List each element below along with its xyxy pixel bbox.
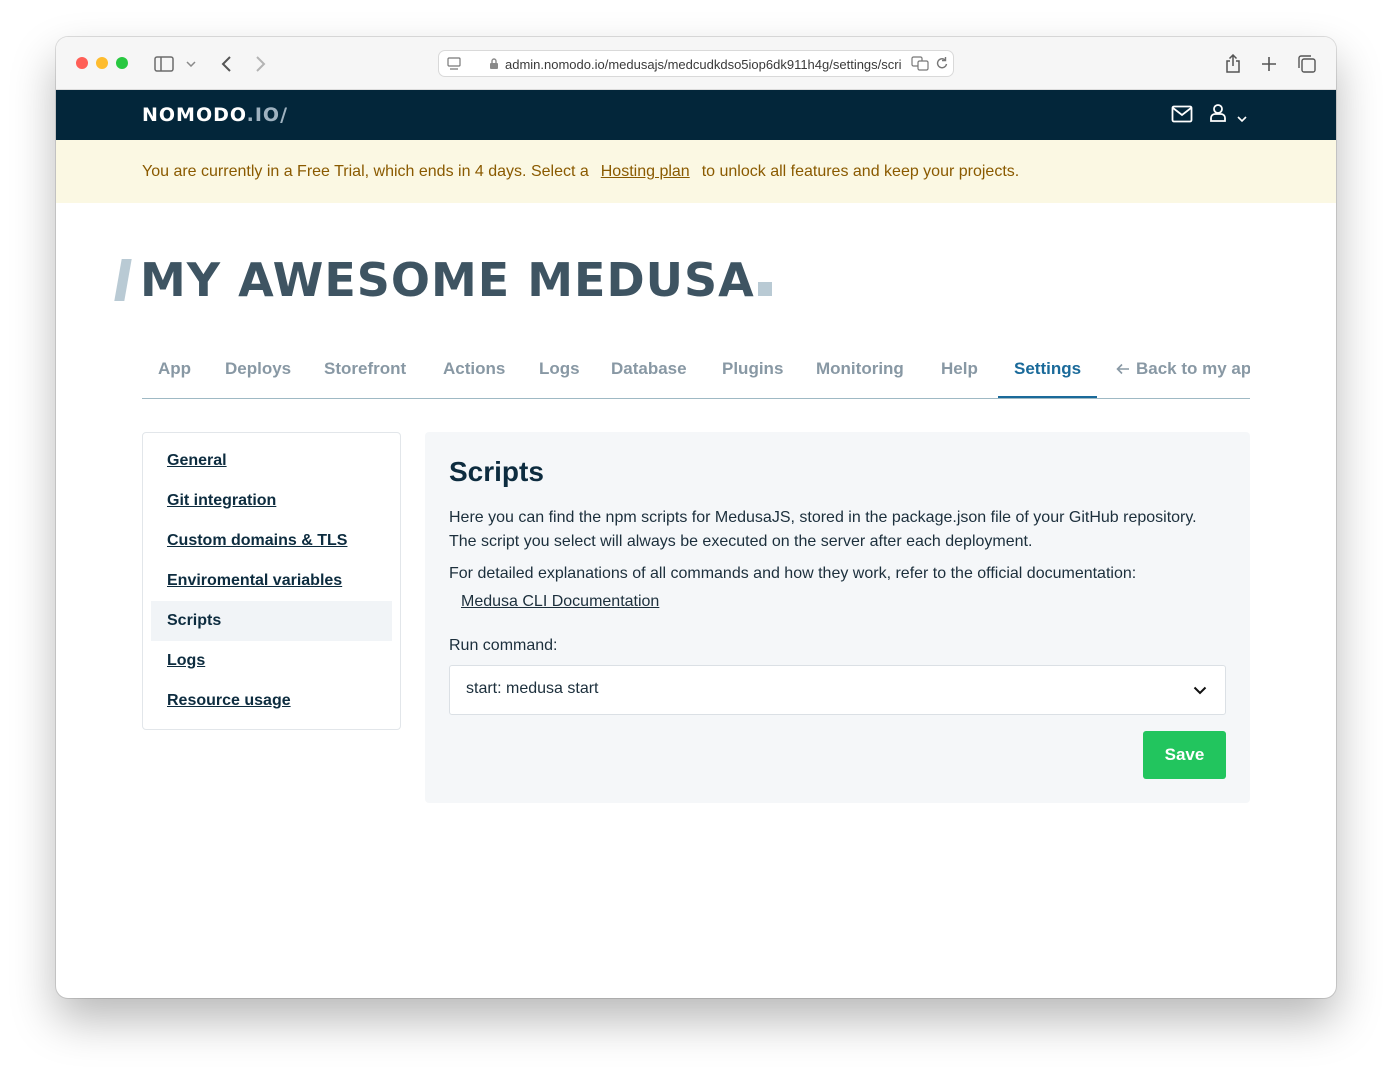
tab-logs[interactable]: Logs: [523, 347, 596, 398]
banner-text-after: to unlock all features and keep your pro…: [701, 163, 1020, 180]
new-tab-icon[interactable]: [1259, 53, 1279, 75]
page-title-text: MY AWESOME MEDUSA: [140, 255, 772, 305]
medusa-cli-docs-link[interactable]: Medusa CLI Documentation: [461, 590, 659, 614]
banner-text-before: You are currently in a Free Trial, which…: [142, 163, 589, 180]
run-command-label: Run command:: [449, 637, 558, 654]
chevron-down-icon: [1193, 682, 1207, 700]
project-tabs: App Deploys Storefront Actions Logs Data…: [142, 347, 1250, 399]
sidenav-item-scripts[interactable]: Scripts: [151, 601, 392, 641]
back-to-apps-label: Back to my ap: [1136, 359, 1250, 378]
scripts-panel: Scripts Here you can find the npm script…: [425, 432, 1250, 803]
tab-monitoring[interactable]: Monitoring: [800, 347, 920, 398]
run-command-select[interactable]: start: medusa start: [449, 665, 1226, 715]
lock-icon: [489, 57, 499, 75]
sidenav-item-resource-usage[interactable]: Resource usage: [151, 681, 392, 721]
settings-sidenav: General Git integration Custom domains &…: [142, 432, 401, 730]
app-header: NOMODO.IO/: [56, 90, 1336, 140]
browser-toolbar: admin.nomodo.io/medusajs/medcudkdso5iop6…: [56, 37, 1336, 90]
tab-actions[interactable]: Actions: [427, 347, 521, 398]
trial-banner-text: You are currently in a Free Trial, which…: [142, 163, 1019, 181]
docs-description: For detailed explanations of all command…: [449, 565, 1137, 582]
sidenav-item-general[interactable]: General: [151, 441, 392, 481]
chevron-down-icon[interactable]: [185, 53, 197, 75]
close-window-button[interactable]: [76, 57, 88, 69]
tab-deploys[interactable]: Deploys: [209, 347, 307, 398]
page-menu-icon[interactable]: [447, 57, 461, 76]
user-menu-icon[interactable]: [1209, 103, 1227, 128]
browser-window: admin.nomodo.io/medusajs/medcudkdso5iop6…: [56, 37, 1336, 998]
share-icon[interactable]: [1223, 53, 1243, 75]
minimize-window-button[interactable]: [96, 57, 108, 69]
sidenav-item-environment-variables[interactable]: Enviromental variables: [151, 561, 392, 601]
chevron-down-icon[interactable]: [1237, 110, 1247, 128]
tab-help[interactable]: Help: [925, 347, 994, 398]
tab-database[interactable]: Database: [595, 347, 703, 398]
tab-storefront[interactable]: Storefront: [308, 347, 422, 398]
forward-icon[interactable]: [251, 53, 271, 75]
reload-icon[interactable]: [935, 56, 949, 76]
mail-icon[interactable]: [1171, 105, 1193, 128]
tab-overview-icon[interactable]: [1297, 53, 1317, 75]
tab-plugins[interactable]: Plugins: [706, 347, 799, 398]
title-dot-decoration: [757, 282, 772, 296]
zoom-window-button[interactable]: [116, 57, 128, 69]
title-slash-decoration: [114, 259, 132, 301]
nomodo-logo[interactable]: NOMODO.IO/: [142, 104, 288, 126]
back-icon[interactable]: [216, 53, 236, 75]
run-command-value: start: medusa start: [466, 680, 599, 697]
url-text: admin.nomodo.io/medusajs/medcudkdso5iop6…: [505, 57, 901, 72]
tab-app[interactable]: App: [142, 347, 207, 398]
hosting-plan-link[interactable]: Hosting plan: [601, 163, 690, 180]
scripts-heading: Scripts: [449, 456, 544, 487]
sidenav-item-git-integration[interactable]: Git integration: [151, 481, 392, 521]
tab-settings[interactable]: Settings: [998, 347, 1098, 398]
tab-back-to-apps[interactable]: Back to my ap: [1100, 347, 1250, 398]
scripts-description: Here you can find the npm scripts for Me…: [449, 509, 1197, 550]
translate-icon[interactable]: [911, 56, 929, 76]
trial-banner: You are currently in a Free Trial, which…: [56, 140, 1336, 203]
arrow-left-icon: [1116, 348, 1130, 392]
save-button[interactable]: Save: [1143, 731, 1226, 779]
sidenav-item-logs[interactable]: Logs: [151, 641, 392, 681]
sidenav-item-custom-domains[interactable]: Custom domains & TLS: [151, 521, 392, 561]
sidebar-toggle-icon[interactable]: [153, 53, 175, 75]
address-bar[interactable]: admin.nomodo.io/medusajs/medcudkdso5iop6…: [438, 50, 954, 77]
